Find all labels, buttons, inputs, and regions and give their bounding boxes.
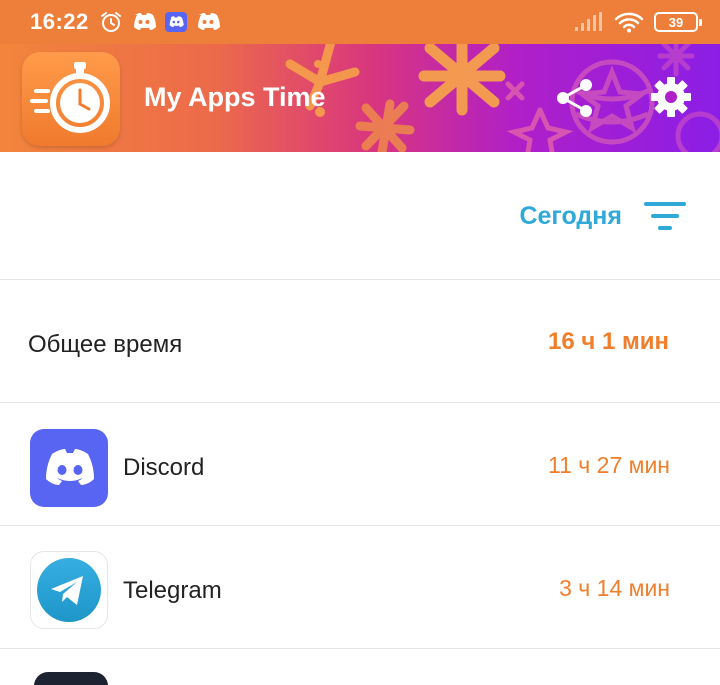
filter-button[interactable] xyxy=(644,200,686,232)
app-name: Discord xyxy=(123,454,205,481)
settings-button[interactable] xyxy=(648,74,694,120)
app-title: My Apps Time xyxy=(144,82,326,112)
app-row-discord[interactable]: Discord 11 ч 27 мин xyxy=(0,404,720,526)
period-filter-row: Сегодня xyxy=(0,152,720,280)
system-icons: 39 xyxy=(574,11,702,33)
app-screen: 16:22 39 My Apps Time Сегодня Общее врем… xyxy=(0,0,720,685)
app-row-telegram[interactable]: Telegram 3 ч 14 мин xyxy=(0,527,720,649)
total-time-row: Общее время 16 ч 1 мин xyxy=(0,281,720,403)
discord-icon xyxy=(197,13,220,30)
stopwatch-icon xyxy=(30,62,110,133)
period-selector[interactable]: Сегодня xyxy=(519,202,622,231)
next-app-icon xyxy=(34,672,108,685)
discord-icon xyxy=(133,13,156,30)
notification-icons xyxy=(99,10,221,34)
filter-icon xyxy=(644,202,686,230)
battery-level: 39 xyxy=(668,14,684,30)
share-icon xyxy=(557,79,592,117)
signal-icon xyxy=(575,12,602,31)
discord-icon xyxy=(30,429,108,507)
status-time: 16:22 xyxy=(30,9,89,34)
app-usage-time: 3 ч 14 мин xyxy=(559,575,670,601)
app-name: Telegram xyxy=(123,577,222,604)
total-time-label: Общее время xyxy=(28,331,183,358)
gear-icon xyxy=(651,77,691,117)
app-usage-time: 11 ч 27 мин xyxy=(548,452,670,478)
alarm-icon xyxy=(100,12,121,32)
wifi-icon xyxy=(614,12,644,33)
telegram-icon xyxy=(30,551,108,629)
app-logo xyxy=(22,52,120,146)
share-button[interactable] xyxy=(553,76,597,120)
total-time-value: 16 ч 1 мин xyxy=(548,328,669,355)
discord-icon xyxy=(164,12,187,32)
battery-icon: 39 xyxy=(654,12,702,32)
app-header: My Apps Time xyxy=(0,44,720,152)
status-bar: 16:22 39 xyxy=(0,0,720,44)
